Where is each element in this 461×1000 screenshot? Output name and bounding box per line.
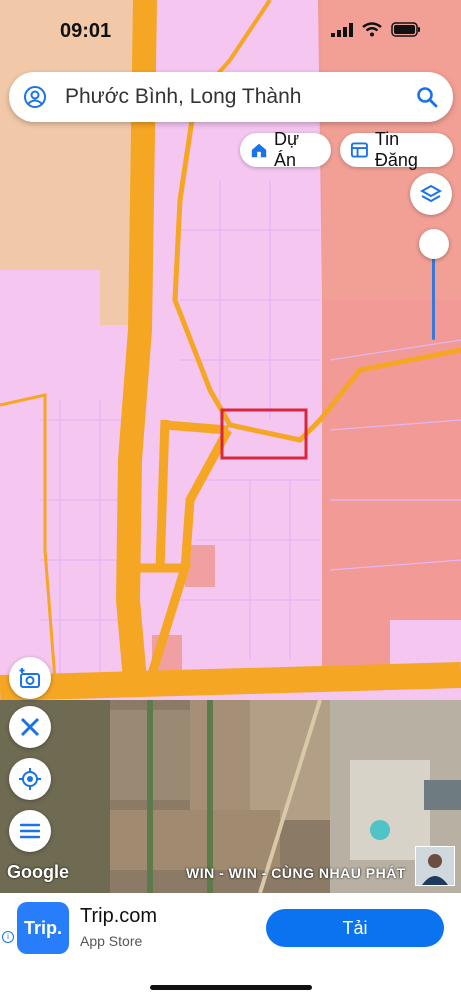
measure-button[interactable] — [9, 706, 51, 748]
opacity-slider-thumb[interactable] — [419, 229, 449, 259]
menu-button[interactable] — [9, 810, 51, 852]
camera-button[interactable] — [9, 657, 51, 699]
ad-title[interactable]: Trip.com — [80, 905, 157, 928]
my-location-button[interactable] — [9, 758, 51, 800]
layers-icon — [420, 184, 442, 203]
ad-subtitle: App Store — [80, 933, 143, 949]
bottom-strip — [0, 961, 461, 1000]
status-icons — [331, 22, 421, 37]
listings-label: Tin Đăng — [374, 129, 418, 170]
wifi-icon — [362, 22, 382, 37]
battery-icon — [391, 22, 420, 37]
search-query[interactable]: Phước Bình, Long Thành — [65, 85, 301, 109]
opacity-slider-track[interactable] — [432, 245, 435, 340]
clock-time: 09:01 — [60, 20, 112, 42]
search-icon[interactable] — [415, 85, 439, 109]
ad-install-button[interactable]: Tải — [266, 909, 444, 947]
ruler-pencil-icon — [20, 717, 40, 737]
status-bar: 09:01 — [0, 0, 461, 62]
avatar[interactable] — [415, 846, 455, 886]
map-watermark: WIN - WIN - CÙNG NHAU PHÁT — [186, 865, 406, 881]
camera-add-icon — [19, 668, 40, 688]
menu-icon — [20, 823, 40, 839]
location-target-icon — [19, 768, 41, 790]
home-indicator[interactable] — [150, 985, 312, 990]
trip-app-logo[interactable]: Trip. — [17, 902, 69, 954]
home-icon — [251, 143, 267, 158]
ad-info-icon[interactable]: i — [2, 931, 14, 943]
ad-banner[interactable]: i Trip. Trip.com App Store Tải — [0, 893, 461, 961]
projects-label: Dự Án — [274, 129, 300, 170]
layers-button[interactable] — [410, 173, 452, 215]
signal-icon — [331, 22, 353, 37]
projects-chip[interactable]: Dự Án — [240, 129, 331, 170]
user-icon[interactable] — [23, 85, 47, 109]
listings-chip[interactable]: Tin Đăng — [340, 129, 453, 170]
listing-icon — [350, 142, 368, 158]
google-attribution: Google — [7, 862, 69, 882]
search-bar[interactable]: Phước Bình, Long Thành — [9, 72, 453, 122]
